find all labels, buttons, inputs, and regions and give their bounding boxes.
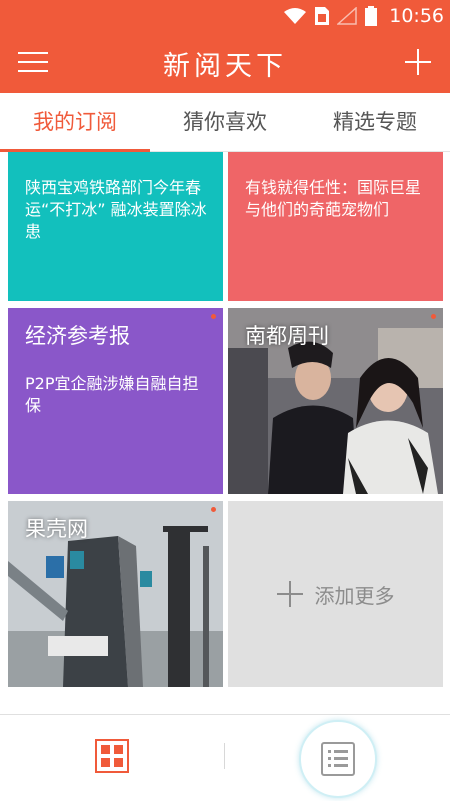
headline-text: 有钱就得任性：国际巨星与他们的奇葩宠物们 <box>245 178 422 219</box>
subscription-grid: 陕西宝鸡铁路部门今年春运“不打冰” 融冰装置除冰患 有钱就得任性：国际巨星与他们… <box>0 152 450 714</box>
tab-my-subscriptions[interactable]: 我的订阅 <box>0 93 150 151</box>
add-more-label: 添加更多 <box>314 583 395 608</box>
source-name: 经济参考报 <box>25 324 130 348</box>
add-more-plus-icon <box>276 581 303 607</box>
app-title: 新阅天下 <box>163 51 287 82</box>
bottom-divider <box>224 743 225 769</box>
app-bar: 新阅天下 <box>0 32 450 93</box>
unread-dot <box>431 314 436 319</box>
add-more-tile[interactable]: 添加更多 <box>228 501 443 687</box>
list-view-button[interactable] <box>299 720 377 798</box>
source-name: 果壳网 <box>25 517 88 541</box>
source-name: 南都周刊 <box>245 324 329 348</box>
source-tile-guokr[interactable]: 果壳网 <box>8 501 223 687</box>
add-subscription-plus-icon[interactable] <box>402 46 434 78</box>
sim-card-icon <box>315 7 330 25</box>
battery-icon <box>365 6 378 26</box>
unread-dot <box>211 507 216 512</box>
wifi-icon <box>284 8 307 24</box>
tab-featured-topics[interactable]: 精选专题 <box>300 93 450 151</box>
list-icon <box>321 742 355 776</box>
unread-dot <box>211 314 216 319</box>
source-headline: P2P宜企融涉嫌自融自担保 <box>25 374 199 415</box>
signal-icon <box>337 7 357 25</box>
status-icons: 10:56 <box>283 4 444 28</box>
app-header: 10:56 新阅天下 <box>0 0 450 93</box>
headline-tile[interactable]: 有钱就得任性：国际巨星与他们的奇葩宠物们 <box>228 152 443 301</box>
tab-guess-you-like[interactable]: 猜你喜欢 <box>150 93 300 151</box>
headline-tile[interactable]: 陕西宝鸡铁路部门今年春运“不打冰” 融冰装置除冰患 <box>8 152 223 301</box>
tab-bar: 我的订阅 猜你喜欢 精选专题 <box>0 93 450 152</box>
bottom-bar <box>0 714 450 801</box>
status-time: 10:56 <box>389 5 444 27</box>
grid-view-icon[interactable] <box>95 739 129 773</box>
status-bar: 10:56 <box>0 0 450 32</box>
source-tile-jingji-cankao[interactable]: 经济参考报 P2P宜企融涉嫌自融自担保 <box>8 308 223 494</box>
headline-text: 陕西宝鸡铁路部门今年春运“不打冰” 融冰装置除冰患 <box>25 178 207 241</box>
source-tile-nandu-zhoukan[interactable]: 南都周刊 <box>228 308 443 494</box>
